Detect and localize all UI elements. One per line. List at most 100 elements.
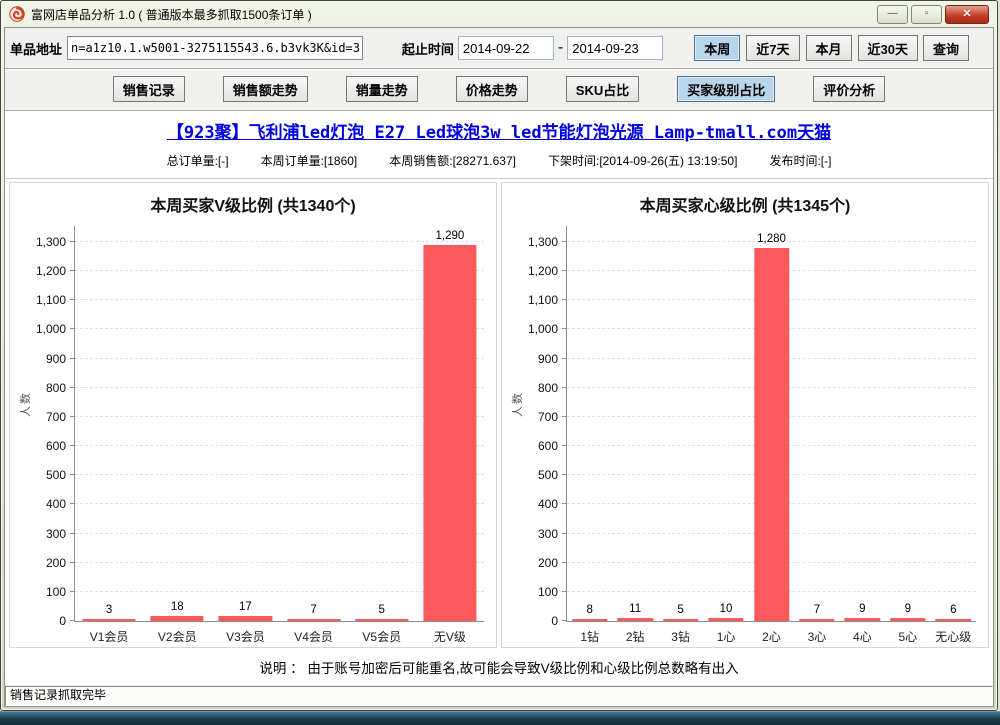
bar (287, 619, 340, 621)
chart-heart-level: 本周买家心级比例 (共1345个) 人数 0100200300400500600… (501, 182, 989, 648)
product-link[interactable]: 【923聚】飞利浦led灯泡 E27 Led球泡3w led节能灯泡光源 Lam… (5, 118, 993, 143)
x-tick-label: 2钻 (626, 628, 645, 645)
y-tick-label: 600 (538, 439, 558, 453)
bar-value-label: 8 (587, 604, 593, 616)
bar (355, 619, 408, 621)
y-tick-label: 200 (46, 556, 66, 570)
bar (151, 616, 204, 621)
x-tick-label: V1会员 (90, 628, 129, 645)
chart-title: 本周买家心级比例 (共1345个) (502, 192, 988, 216)
y-tick-label: 1,100 (528, 293, 558, 307)
x-tick-label: 2心 (762, 628, 781, 645)
content-area: 【923聚】飞利浦led灯泡 E27 Led球泡3w led节能灯泡光源 Lam… (5, 111, 993, 685)
x-tick-label: 1心 (717, 628, 736, 645)
y-tick (562, 445, 567, 446)
note-text: 说明 ： 由于账号加密后可能重名,故可能会导致V级比例和心级比例总数略有出入 (5, 648, 993, 685)
bar-value-label: 1,290 (436, 230, 465, 242)
y-tick-label: 1,000 (36, 322, 66, 336)
y-tick (70, 474, 75, 475)
tab-sales-records[interactable]: 销售记录 (113, 76, 185, 102)
tab-sales-volume-trend[interactable]: 销量走势 (346, 76, 418, 102)
app-window: 富网店单品分析 1.0 ( 普通版本最多抓取1500条订单 ) — ▫ ✕ 单品… (0, 0, 998, 711)
maximize-button[interactable]: ▫ (911, 5, 942, 24)
bar (845, 618, 880, 621)
y-tick-label: 800 (46, 381, 66, 395)
url-input[interactable] (67, 36, 363, 60)
y-tick-label: 300 (46, 527, 66, 541)
query-button[interactable]: 查询 (923, 35, 969, 61)
x-tick-label: 3心 (808, 628, 827, 645)
app-icon (9, 6, 25, 22)
y-tick (70, 358, 75, 359)
tab-sku-share[interactable]: SKU占比 (566, 76, 639, 102)
plot-area: 01002003004005006007008009001,0001,1001,… (74, 226, 484, 622)
y-tick-label: 500 (538, 468, 558, 482)
y-tick (562, 328, 567, 329)
chart-title: 本周买家V级比例 (共1340个) (10, 192, 496, 216)
y-tick (70, 270, 75, 271)
charts-row: 本周买家V级比例 (共1340个) 人数 0100200300400500600… (5, 179, 993, 648)
bar-value-label: 10 (720, 603, 733, 615)
y-axis-label: 人数 (17, 391, 33, 417)
y-tick (562, 562, 567, 563)
y-tick-label: 800 (538, 381, 558, 395)
y-tick (70, 562, 75, 563)
y-tick-label: 900 (46, 352, 66, 366)
x-tick-label: 4心 (853, 628, 872, 645)
minimize-button[interactable]: — (877, 5, 908, 24)
y-tick (70, 299, 75, 300)
stat-total-orders: 总订单量:[-] (167, 152, 229, 169)
bar (83, 619, 136, 621)
range-button-last-30-days[interactable]: 近30天 (858, 35, 918, 61)
bar-value-label: 7 (814, 604, 820, 616)
y-tick (70, 387, 75, 388)
tab-sales-amount-trend[interactable]: 销售额走势 (223, 76, 308, 102)
y-tick (562, 416, 567, 417)
y-tick-label: 1,300 (528, 235, 558, 249)
y-tick-label: 1,300 (36, 235, 66, 249)
bar (936, 619, 971, 621)
x-tick-label: 3钻 (671, 628, 690, 645)
y-tick-label: 1,200 (528, 264, 558, 278)
gridline (75, 241, 484, 242)
bar (799, 619, 834, 621)
bar-value-label: 5 (379, 604, 385, 616)
x-tick-label: 无V级 (434, 628, 466, 645)
y-tick (562, 299, 567, 300)
y-tick (562, 270, 567, 271)
bar-value-label: 18 (171, 601, 184, 613)
url-label: 单品地址 (10, 39, 62, 58)
tab-buyer-level-share[interactable]: 买家级别占比 (677, 76, 775, 102)
tab-price-trend[interactable]: 价格走势 (456, 76, 528, 102)
y-tick (562, 620, 567, 621)
x-tick-label: 无心级 (935, 628, 971, 645)
y-tick-label: 200 (538, 556, 558, 570)
y-tick (70, 445, 75, 446)
close-button[interactable]: ✕ (945, 5, 989, 24)
bar (708, 618, 743, 621)
date-from-input[interactable] (458, 36, 554, 60)
bar (890, 618, 925, 621)
bar-value-label: 9 (905, 603, 911, 615)
bar-value-label: 6 (950, 604, 956, 616)
taskbar-strip (0, 711, 1000, 725)
range-button-this-month[interactable]: 本月 (806, 35, 852, 61)
range-button-last-7-days[interactable]: 近7天 (746, 35, 799, 61)
x-tick-label: 1钻 (580, 628, 599, 645)
bar (572, 619, 607, 621)
stat-week-orders: 本周订单量:[1860] (261, 152, 358, 169)
bar-value-label: 7 (310, 604, 316, 616)
title-bar[interactable]: 富网店单品分析 1.0 ( 普通版本最多抓取1500条订单 ) — ▫ ✕ (4, 1, 994, 27)
y-tick (562, 474, 567, 475)
analysis-tabs: 销售记录 销售额走势 销量走势 价格走势 SKU占比 买家级别占比 评价分析 (5, 69, 993, 111)
bar-value-label: 3 (106, 604, 112, 616)
status-bar: 销售记录抓取完毕 (5, 686, 993, 706)
tab-review-analysis[interactable]: 评价分析 (813, 76, 885, 102)
date-to-input[interactable] (567, 36, 663, 60)
x-tick-label: 5心 (898, 628, 917, 645)
y-axis-label: 人数 (509, 391, 525, 417)
range-button-this-week[interactable]: 本周 (694, 35, 740, 61)
y-tick-label: 700 (46, 410, 66, 424)
bar-value-label: 5 (677, 604, 683, 616)
y-tick (70, 533, 75, 534)
